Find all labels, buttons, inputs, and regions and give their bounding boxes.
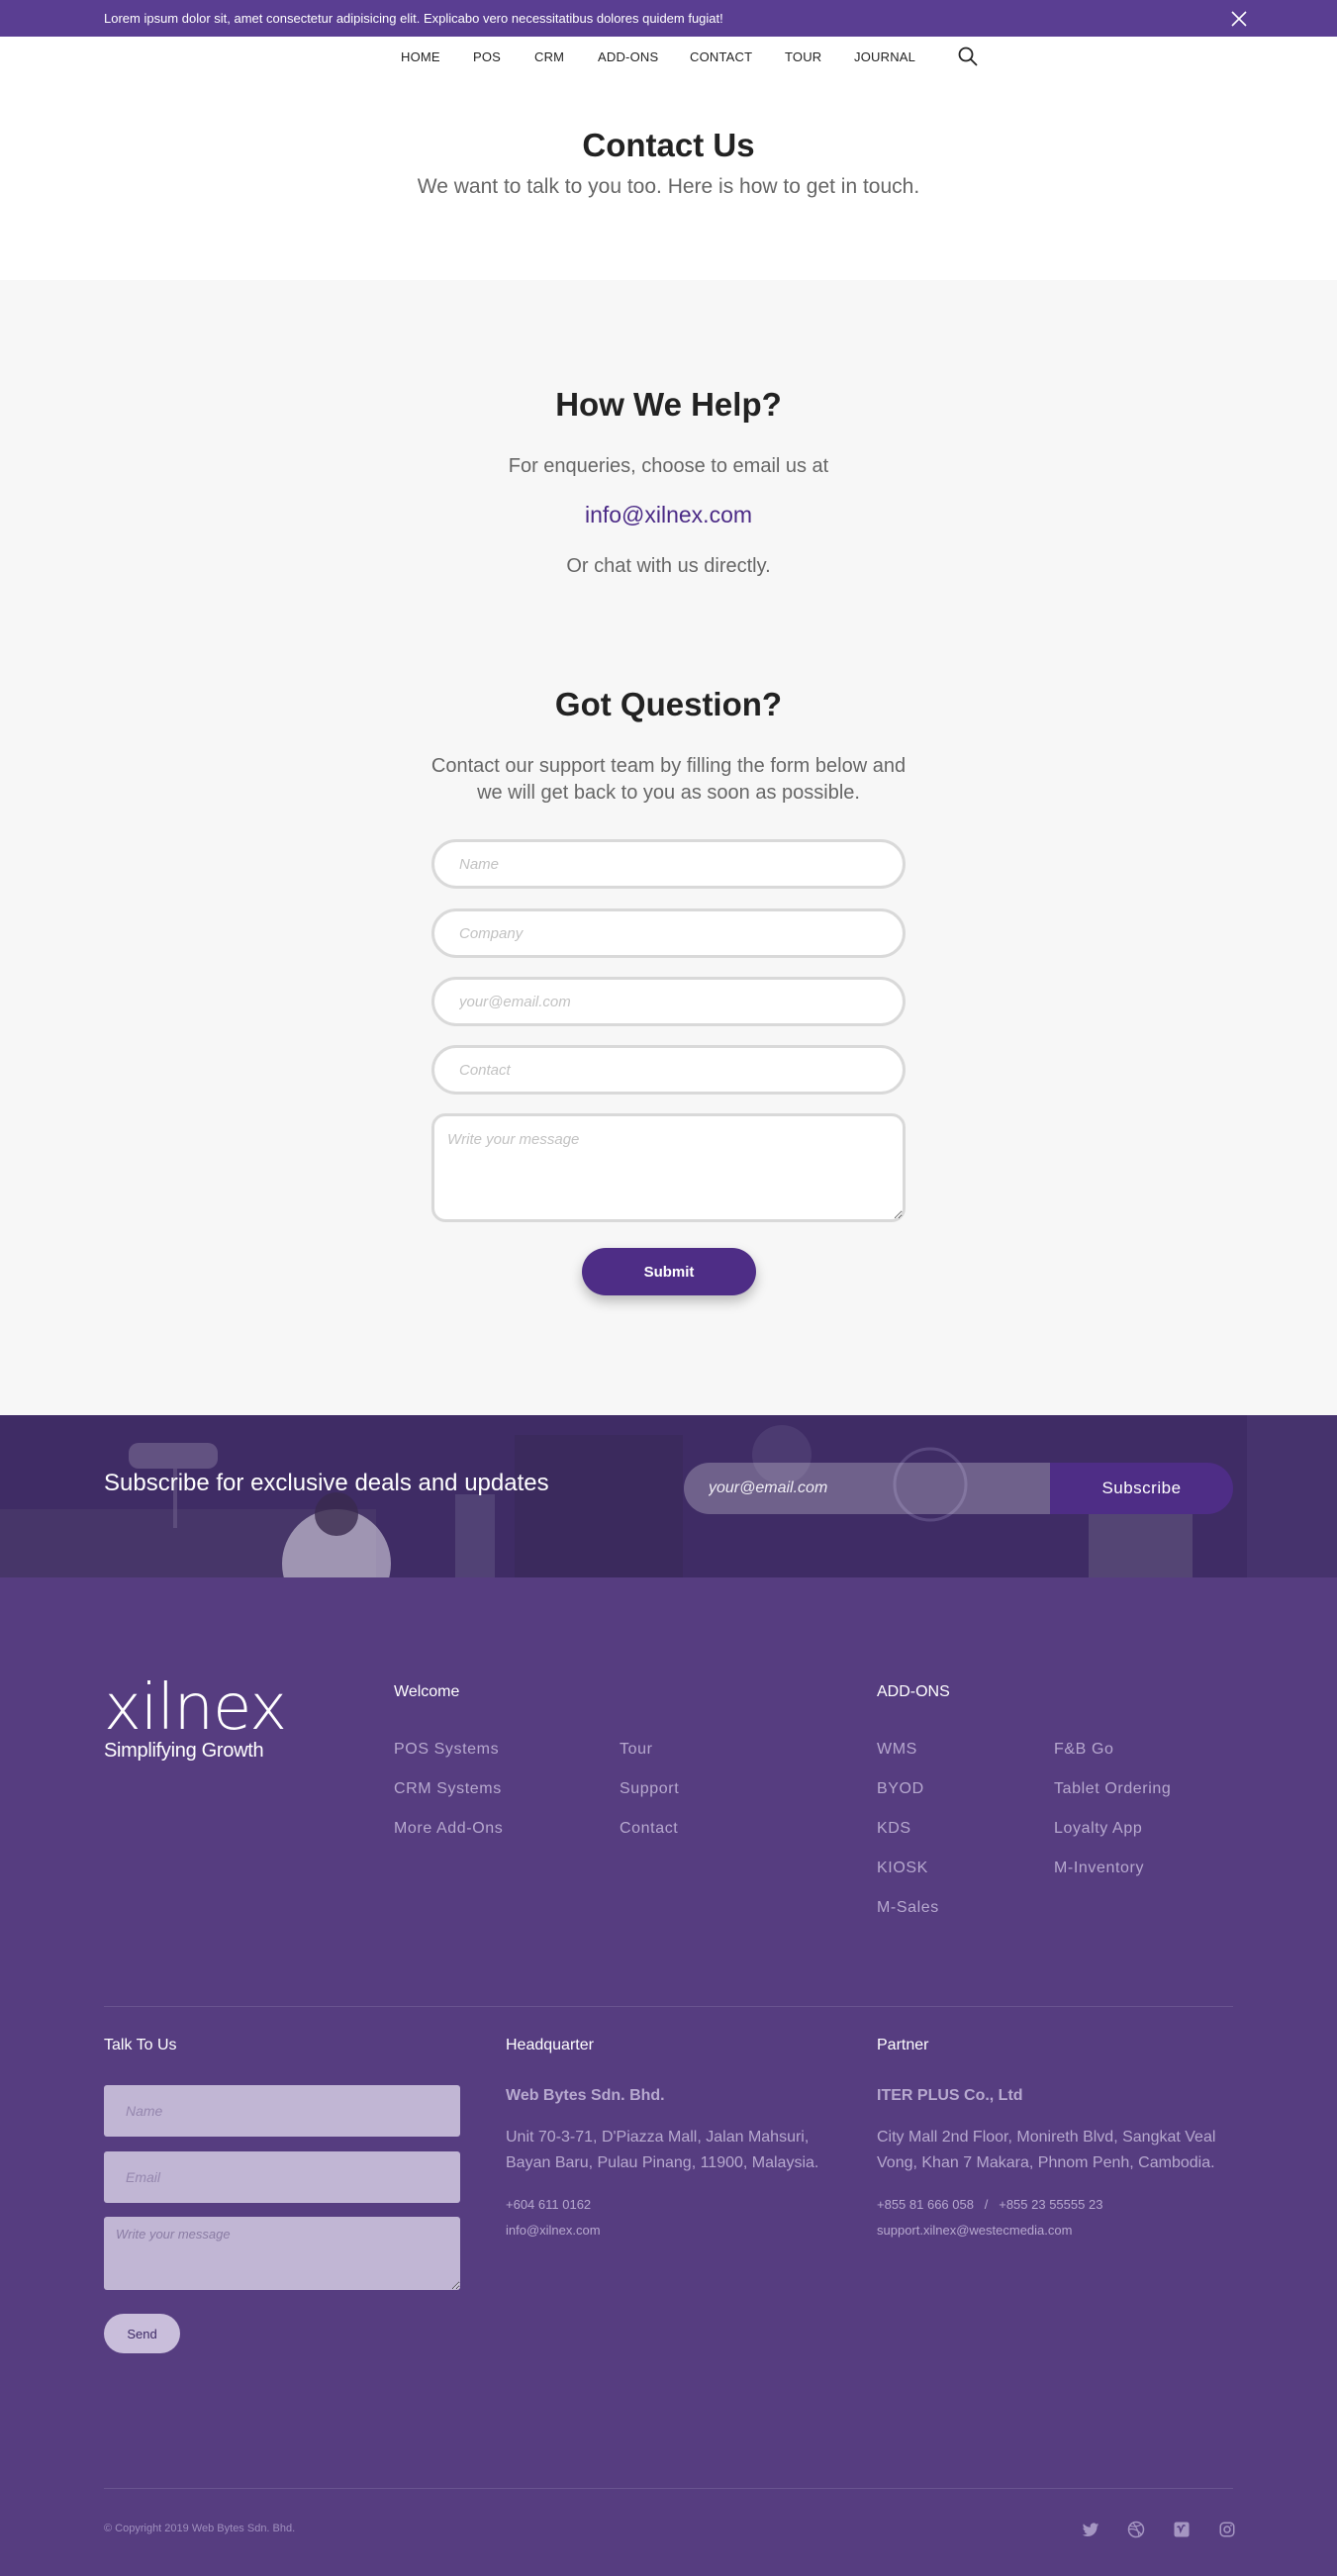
addons-heading: ADD-ONS <box>877 1683 950 1700</box>
nav-item-home[interactable]: HOME <box>401 49 440 64</box>
footer-link-m-sales[interactable]: M-Sales <box>877 1899 939 1917</box>
close-icon[interactable] <box>1229 9 1249 29</box>
twitter-icon[interactable] <box>1082 2521 1099 2538</box>
welcome-heading: Welcome <box>394 1683 460 1700</box>
subscribe-email-input[interactable] <box>684 1463 1050 1514</box>
partner-address-line-2: Vong, Khan 7 Makara, Phnom Penh, Cambodi… <box>877 2154 1215 2171</box>
copyright-text: © Copyright 2019 Web Bytes Sdn. Bhd. <box>104 2523 296 2534</box>
logo-tagline: Simplifying Growth <box>104 1740 264 1762</box>
footer-message-textarea[interactable] <box>104 2217 460 2290</box>
footer-link-tour[interactable]: Tour <box>620 1741 653 1759</box>
search-icon[interactable] <box>957 46 979 67</box>
nav-item-pos[interactable]: POS <box>473 49 501 64</box>
nav-item-add-ons[interactable]: ADD-ONS <box>598 49 658 64</box>
question-line-1: Contact our support team by filling the … <box>430 755 907 777</box>
announcement-text: Lorem ipsum dolor sit, amet consectetur … <box>104 11 723 26</box>
help-title: How We Help? <box>555 386 782 423</box>
hq-heading: Headquarter <box>506 2037 594 2053</box>
page-subtitle: We want to talk to you too. Here is how … <box>417 175 920 198</box>
footer-link-wms[interactable]: WMS <box>877 1741 917 1759</box>
partner-email[interactable]: support.xilnex@westecmedia.com <box>877 2223 1072 2238</box>
email-input[interactable] <box>431 977 906 1026</box>
partner-address-line-1: City Mall 2nd Floor, Monireth Blvd, Sang… <box>877 2129 1216 2146</box>
instagram-icon[interactable] <box>1218 2521 1236 2538</box>
footer-link-pos-systems[interactable]: POS Systems <box>394 1741 499 1759</box>
partner-phones[interactable]: +855 81 666 058 / +855 23 55555 23 <box>877 2197 1102 2212</box>
footer-link-kiosk[interactable]: KIOSK <box>877 1860 928 1877</box>
question-line-2: we will get back to you as soon as possi… <box>477 782 860 804</box>
footer-name-input[interactable] <box>104 2085 460 2137</box>
footer-link-crm-systems[interactable]: CRM Systems <box>394 1780 502 1798</box>
footer-email-input[interactable] <box>104 2151 460 2203</box>
footer-bottom-divider <box>104 2488 1233 2489</box>
help-line-1: For enqueries, choose to email us at <box>508 455 829 477</box>
main-nav: HOME POS CRM ADD-ONS CONTACT TOUR JOURNA… <box>0 37 1337 76</box>
message-textarea[interactable] <box>431 1113 906 1222</box>
footer-link-loyalty-app[interactable]: Loyalty App <box>1054 1820 1142 1838</box>
talk-heading: Talk To Us <box>104 2037 177 2053</box>
vimeo-icon[interactable] <box>1173 2521 1191 2538</box>
footer: xilnex Simplifying Growth Welcome POS Sy… <box>0 1577 1337 2576</box>
subscribe-banner: Subscribe for exclusive deals and update… <box>0 1415 1337 1577</box>
name-input[interactable] <box>431 839 906 889</box>
hq-email[interactable]: info@xilnex.com <box>506 2223 601 2238</box>
footer-link-more-add-ons[interactable]: More Add-Ons <box>394 1820 503 1838</box>
footer-link-contact[interactable]: Contact <box>620 1820 678 1838</box>
help-email-link[interactable]: info@xilnex.com <box>0 502 1337 528</box>
subscribe-button[interactable]: Subscribe <box>1050 1463 1233 1514</box>
hq-address-line-1: Unit 70-3-71, D'Piazza Mall, Jalan Mahsu… <box>506 2129 810 2146</box>
subscribe-title: Subscribe for exclusive deals and update… <box>104 1470 549 1496</box>
footer-link-tablet-ordering[interactable]: Tablet Ordering <box>1054 1780 1171 1798</box>
footer-link-m-inventory[interactable]: M-Inventory <box>1054 1860 1144 1877</box>
question-title: Got Question? <box>554 686 783 722</box>
nav-item-tour[interactable]: TOUR <box>785 49 821 64</box>
footer-link-byod[interactable]: BYOD <box>877 1780 924 1798</box>
hq-company-name: Web Bytes Sdn. Bhd. <box>506 2087 665 2104</box>
nav-item-crm[interactable]: CRM <box>534 49 564 64</box>
dribbble-icon[interactable] <box>1127 2521 1145 2538</box>
nav-item-contact[interactable]: CONTACT <box>690 49 752 64</box>
help-line-2: Or chat with us directly. <box>566 555 771 577</box>
send-button[interactable]: Send <box>104 2314 180 2353</box>
nav-item-journal[interactable]: JOURNAL <box>854 49 915 64</box>
announcement-bar: Lorem ipsum dolor sit, amet consectetur … <box>0 0 1337 37</box>
submit-button[interactable]: Submit <box>582 1248 756 1295</box>
hq-address-line-2: Bayan Baru, Pulau Pinang, 11900, Malaysi… <box>506 2154 819 2171</box>
footer-link-fnb-go[interactable]: F&B Go <box>1054 1741 1114 1759</box>
company-input[interactable] <box>431 908 906 958</box>
page-title: Contact Us <box>582 127 755 163</box>
footer-link-kds[interactable]: KDS <box>877 1820 911 1838</box>
footer-link-support[interactable]: Support <box>620 1780 679 1798</box>
partner-heading: Partner <box>877 2037 929 2053</box>
footer-divider <box>104 2006 1233 2007</box>
logo-wordmark: xilnex <box>104 1671 287 1745</box>
hq-phone[interactable]: +604 611 0162 <box>506 2197 591 2212</box>
xilnex-logo[interactable]: xilnex Simplifying Growth <box>104 1671 287 1763</box>
contact-input[interactable] <box>431 1045 906 1095</box>
partner-company-name: ITER PLUS Co., Ltd <box>877 2087 1023 2104</box>
